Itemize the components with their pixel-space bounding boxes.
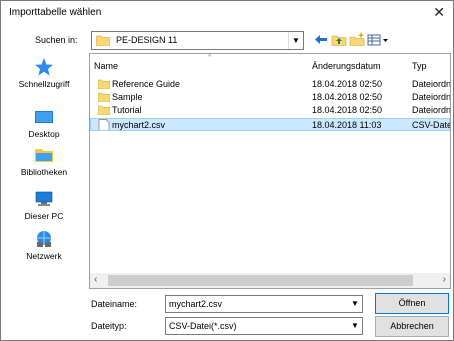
horizontal-scrollbar[interactable]: ‹ › [90,273,450,288]
star-icon [35,58,53,76]
folder-icon [98,79,110,89]
file-type: CSV-Datei [412,120,451,130]
place-label: Dieser PC [24,211,64,221]
file-icon [98,119,110,130]
chevron-down-icon[interactable]: ▼ [348,318,362,334]
folder-icon [98,92,110,102]
lookin-combo[interactable]: PE-DESIGN 11 ▼ [91,31,304,50]
lookin-label: Suchen in: [35,35,78,45]
back-icon[interactable] [313,32,329,47]
file-type: Dateiordn [412,105,451,115]
library-icon [35,149,53,162]
file-type: Dateiordn [412,92,451,102]
filename-field[interactable]: mychart2.csv ▼ [165,295,363,313]
network-icon [37,231,51,247]
file-name: Reference Guide [112,79,181,89]
scroll-left-icon[interactable]: ‹ [94,274,97,285]
places-bar: Schnellzugriff Desktop Bibliotheken Dies… [5,53,85,287]
column-header-date[interactable]: Änderungsdatum [312,61,381,71]
file-date: 18.04.2018 11:03 [312,120,382,130]
file-name: Sample [112,92,143,102]
place-label: Bibliotheken [20,167,68,177]
file-date: 18.04.2018 02:50 [312,105,383,115]
file-date: 18.04.2018 02:50 [312,92,383,102]
view-menu-icon[interactable] [367,32,389,47]
place-libraries[interactable]: Bibliotheken [5,145,83,185]
file-list[interactable]: ^ Name Änderungsdatum Typ Reference Guid… [89,53,451,289]
chevron-down-icon[interactable]: ▼ [288,32,303,49]
file-open-dialog: Importtabelle wählen ✕ Suchen in: PE-DES… [0,0,454,341]
place-label: Netzwerk [26,251,62,261]
title-bar: Importtabelle wählen ✕ [1,1,453,26]
cancel-button[interactable]: Abbrechen [375,316,449,337]
column-header-type[interactable]: Typ [412,61,427,71]
open-button[interactable]: Öffnen [375,293,449,314]
desktop-icon [35,111,53,123]
filename-value: mychart2.csv [169,299,223,309]
new-folder-icon[interactable] [349,32,365,47]
close-icon[interactable]: ✕ [433,4,445,21]
file-name: mychart2.csv [112,120,166,130]
list-header: ^ Name Änderungsdatum Typ [90,54,450,73]
list-item-selected[interactable]: mychart2.csv 18.04.2018 11:03 CSV-Datei [90,118,450,131]
folder-icon [96,35,110,46]
up-folder-icon[interactable] [331,32,347,47]
sort-ascending-icon: ^ [208,54,212,61]
place-label: Desktop [28,129,60,139]
list-item[interactable]: Sample 18.04.2018 02:50 Dateiordn [90,91,450,104]
dialog-title: Importtabelle wählen [9,7,102,18]
file-type: Dateiordn [412,79,451,89]
filetype-label: Dateityp: [91,321,127,331]
list-item[interactable]: Reference Guide 18.04.2018 02:50 Dateior… [90,78,450,91]
file-date: 18.04.2018 02:50 [312,79,383,89]
list-item[interactable]: Tutorial 18.04.2018 02:50 Dateiordn [90,104,450,117]
place-desktop[interactable]: Desktop [5,107,83,147]
lookin-value: PE-DESIGN 11 [116,35,178,45]
place-this-pc[interactable]: Dieser PC [5,189,83,229]
chevron-down-icon[interactable]: ▼ [348,296,362,312]
place-label: Schnellzugriff [18,79,70,89]
scroll-right-icon[interactable]: › [443,274,446,285]
computer-icon [35,191,53,206]
filetype-value: CSV-Datei(*.csv) [169,321,237,331]
column-header-name[interactable]: Name [94,61,118,71]
place-network[interactable]: Netzwerk [5,229,83,269]
filetype-select[interactable]: CSV-Datei(*.csv) ▼ [165,317,363,335]
filename-label: Dateiname: [91,299,138,309]
file-name: Tutorial [112,105,142,115]
scrollbar-thumb[interactable] [108,275,413,286]
folder-icon [98,105,110,115]
place-quick-access[interactable]: Schnellzugriff [5,57,83,97]
